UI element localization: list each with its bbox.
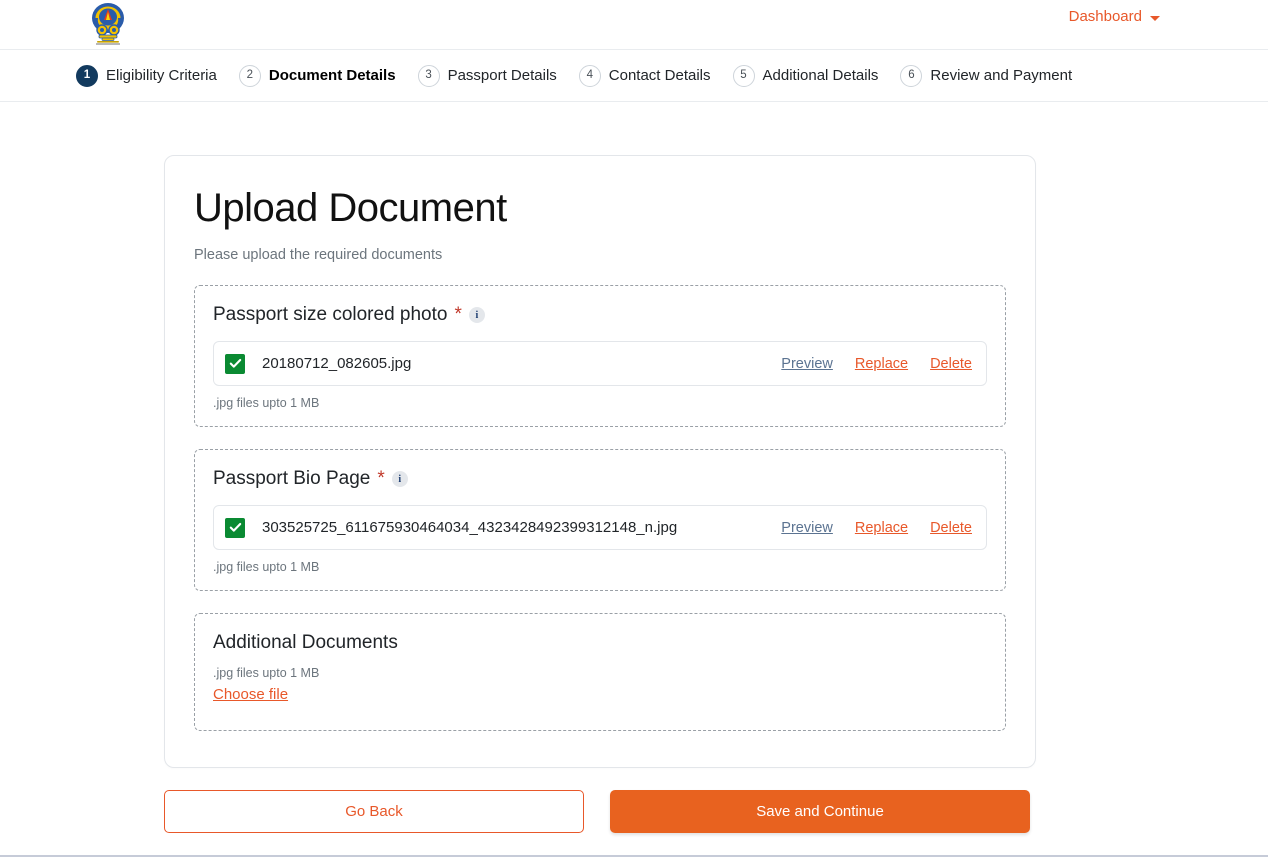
required-marker: *: [377, 468, 384, 490]
info-icon[interactable]: i: [469, 307, 485, 323]
step-label: Contact Details: [609, 67, 711, 84]
step-passport-details[interactable]: 3 Passport Details: [418, 65, 557, 87]
section-heading: Additional Documents: [213, 632, 987, 654]
preview-link[interactable]: Preview: [781, 356, 833, 372]
upload-document-card: Upload Document Please upload the requir…: [164, 155, 1036, 768]
top-bar: Dashboard: [0, 0, 1268, 50]
step-number-badge: 2: [239, 65, 261, 87]
step-document-details[interactable]: 2 Document Details: [239, 65, 396, 87]
step-additional-details[interactable]: 5 Additional Details: [733, 65, 879, 87]
document-section-passport-bio-page: Passport Bio Page * i 303525725_61167593…: [194, 449, 1006, 591]
step-eligibility-criteria[interactable]: 1 Eligibility Criteria: [76, 65, 217, 87]
file-constraint-hint: .jpg files upto 1 MB: [213, 396, 987, 410]
progress-stepper: 1 Eligibility Criteria 2 Document Detail…: [0, 50, 1268, 102]
section-title: Passport size colored photo: [213, 304, 447, 326]
section-heading: Passport size colored photo * i: [213, 304, 987, 326]
check-icon: [225, 518, 245, 538]
step-label: Additional Details: [763, 67, 879, 84]
form-actions: Go Back Save and Continue: [164, 790, 1036, 833]
step-label: Eligibility Criteria: [106, 67, 217, 84]
step-label: Document Details: [269, 67, 396, 84]
document-section-passport-photo: Passport size colored photo * i 20180712…: [194, 285, 1006, 427]
step-label: Passport Details: [448, 67, 557, 84]
document-section-additional-documents: Additional Documents .jpg files upto 1 M…: [194, 613, 1006, 731]
file-name: 20180712_082605.jpg: [262, 355, 411, 372]
choose-file-link[interactable]: Choose file: [213, 686, 288, 703]
uploaded-file-row: 20180712_082605.jpg Preview Replace Dele…: [213, 341, 987, 386]
delete-link[interactable]: Delete: [930, 520, 972, 536]
file-name: 303525725_611675930464034_43234284923993…: [262, 519, 677, 536]
info-icon[interactable]: i: [392, 471, 408, 487]
check-icon: [225, 354, 245, 374]
delete-link[interactable]: Delete: [930, 356, 972, 372]
site-logo[interactable]: [86, 0, 130, 48]
section-title: Passport Bio Page: [213, 468, 370, 490]
bhutan-government-emblem-icon: [89, 2, 127, 46]
uploaded-file-row: 303525725_611675930464034_43234284923993…: [213, 505, 987, 550]
chevron-down-icon[interactable]: [1150, 16, 1160, 21]
file-actions: Preview Replace Delete: [765, 356, 972, 372]
step-number-badge: 5: [733, 65, 755, 87]
file-constraint-hint: .jpg files upto 1 MB: [213, 666, 987, 680]
required-marker: *: [454, 304, 461, 326]
section-heading: Passport Bio Page * i: [213, 468, 987, 490]
step-number-badge: 6: [900, 65, 922, 87]
step-contact-details[interactable]: 4 Contact Details: [579, 65, 711, 87]
preview-link[interactable]: Preview: [781, 520, 833, 536]
dashboard-link[interactable]: Dashboard: [1069, 8, 1142, 25]
go-back-button[interactable]: Go Back: [164, 790, 584, 833]
replace-link[interactable]: Replace: [855, 356, 908, 372]
page-subtitle: Please upload the required documents: [194, 247, 1006, 263]
step-review-and-payment[interactable]: 6 Review and Payment: [900, 65, 1072, 87]
step-number-badge: 3: [418, 65, 440, 87]
step-label: Review and Payment: [930, 67, 1072, 84]
dashboard-menu[interactable]: Dashboard: [1069, 8, 1160, 25]
step-number-badge: 1: [76, 65, 98, 87]
save-and-continue-button[interactable]: Save and Continue: [610, 790, 1030, 833]
section-title: Additional Documents: [213, 632, 398, 654]
file-actions: Preview Replace Delete: [765, 520, 972, 536]
step-number-badge: 4: [579, 65, 601, 87]
page-title: Upload Document: [194, 186, 1006, 231]
file-constraint-hint: .jpg files upto 1 MB: [213, 560, 987, 574]
replace-link[interactable]: Replace: [855, 520, 908, 536]
